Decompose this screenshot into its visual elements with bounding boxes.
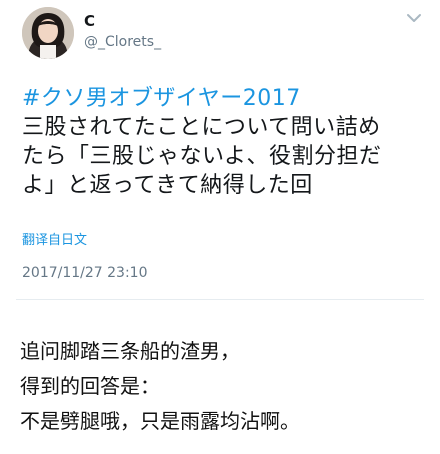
translate-link[interactable]: 翻译自日文 (22, 233, 87, 249)
hashtag-link[interactable]: #クソ男オブザイヤー2017 (22, 84, 422, 113)
caption-line: 追问脚踏三条船的渣男， (20, 339, 240, 363)
caption-line: 不是劈腿哦，只是雨露均沾啊。 (20, 409, 300, 433)
caption-line: 得到的回答是： (20, 374, 160, 398)
caption-text: 追问脚踏三条船的渣男， 得到的回答是： 不是劈腿哦，只是雨露均沾啊。 (20, 334, 425, 439)
avatar-photo-icon (22, 7, 74, 59)
tweet-text: #クソ男オブザイヤー2017 三股されてたことについて問い詰め たら「三股じゃな… (22, 84, 422, 200)
tweet-card: C @_Clorets_ #クソ男オブザイヤー2017 三股されてたことについて… (0, 0, 440, 300)
display-name[interactable]: C (84, 12, 95, 30)
tweet-text-line: よ」と返ってきて納得した回 (22, 173, 313, 198)
divider (16, 299, 424, 300)
avatar[interactable] (22, 7, 74, 59)
tweet-text-line: 三股されてたことについて問い詰め (22, 115, 381, 140)
chevron-down-icon[interactable] (404, 10, 424, 26)
tweet-timestamp[interactable]: 2017/11/27 23:10 (22, 264, 148, 282)
user-handle[interactable]: @_Clorets_ (84, 33, 161, 51)
tweet-text-line: たら「三股じゃないよ、役割分担だ (22, 144, 382, 169)
